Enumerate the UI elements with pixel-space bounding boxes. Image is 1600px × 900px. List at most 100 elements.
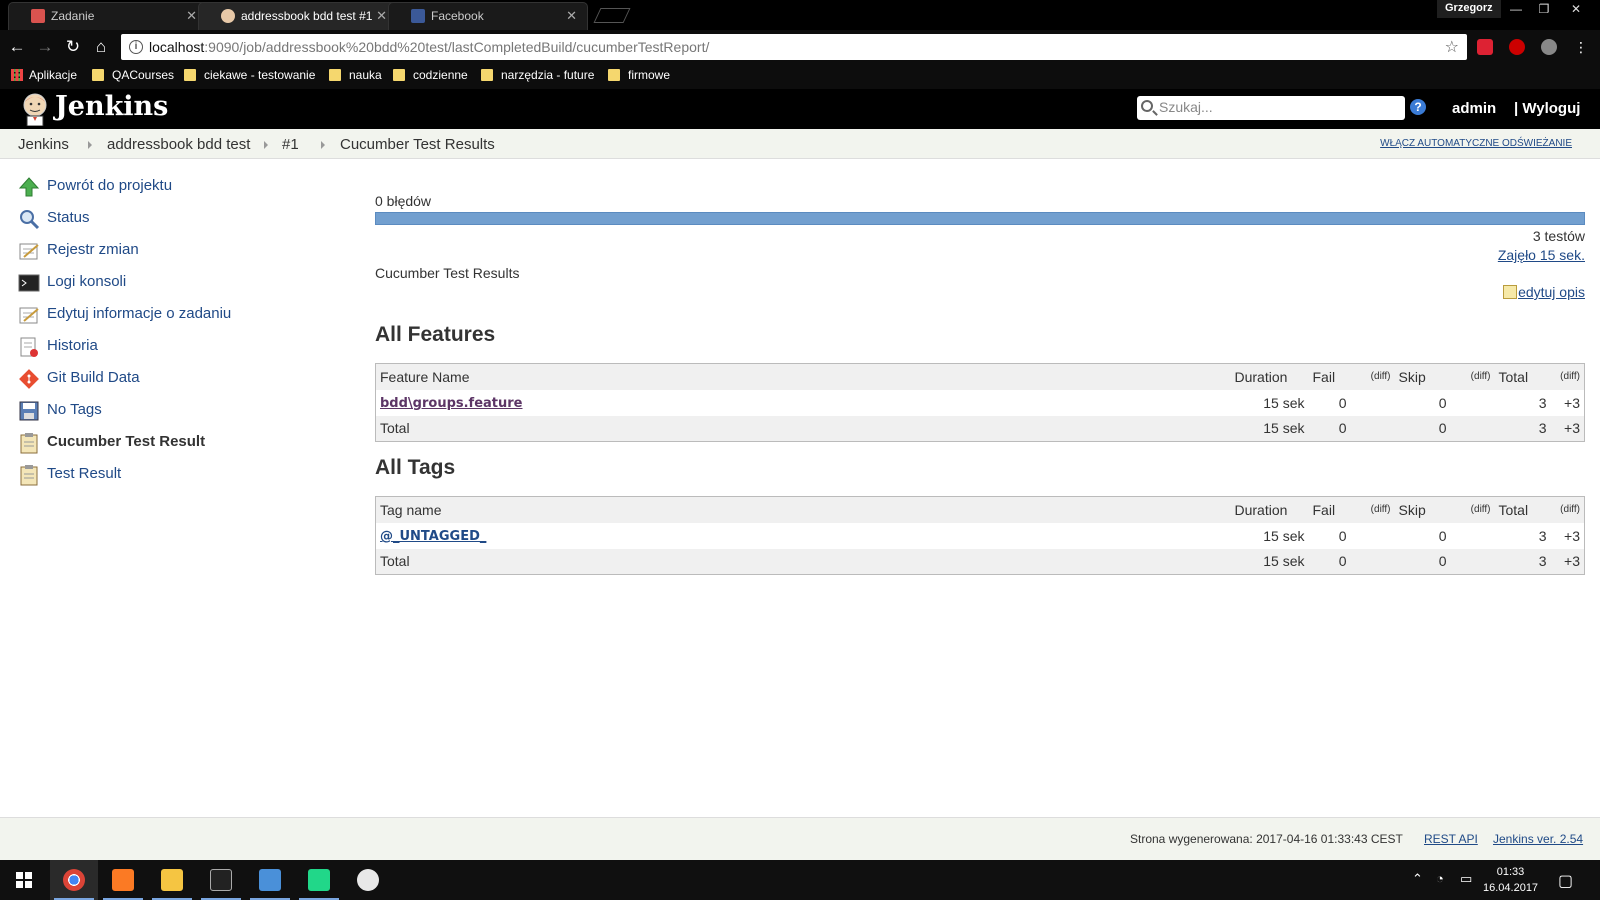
column-header[interactable]: (diff) — [1450, 363, 1495, 390]
column-header[interactable]: (diff) — [1350, 363, 1395, 390]
restore-icon[interactable]: ❐ — [1530, 0, 1558, 18]
logout-link[interactable]: | Wyloguj — [1514, 100, 1580, 117]
back-icon[interactable]: ← — [6, 36, 28, 58]
info-icon[interactable]: i — [129, 40, 143, 54]
jenkins-version-link[interactable]: Jenkins ver. 2.54 — [1493, 832, 1583, 846]
file-explorer-icon[interactable] — [148, 860, 196, 900]
command-prompt-icon[interactable] — [197, 860, 245, 900]
system-clock[interactable]: 01:33 16.04.2017 — [1483, 864, 1538, 896]
rest-api-link[interactable]: REST API — [1424, 832, 1478, 846]
column-header[interactable]: Duration — [1230, 496, 1309, 523]
bookmark-apps[interactable]: Aplikacje — [11, 68, 77, 82]
bookmark-folder[interactable]: firmowe — [608, 68, 670, 82]
task-back-to-project[interactable]: Powrót do projektu — [16, 173, 346, 205]
chrome-icon[interactable] — [50, 860, 98, 900]
jenkins-butler-icon[interactable] — [19, 92, 51, 126]
task-git-build-data[interactable]: Git Build Data — [16, 365, 346, 397]
bookmark-folder[interactable]: codzienne — [393, 68, 468, 82]
pycharm-icon[interactable] — [295, 860, 343, 900]
breadcrumb-jenkins[interactable]: Jenkins — [18, 136, 69, 153]
git-icon — [19, 369, 39, 389]
monitor-app-icon[interactable] — [246, 860, 294, 900]
column-header[interactable]: Skip — [1394, 363, 1451, 390]
task-test-result[interactable]: Test Result — [16, 461, 346, 493]
task-no-tags[interactable]: No Tags — [16, 397, 346, 429]
address-bar[interactable]: i localhost:9090/job/addressbook%20bdd%2… — [121, 34, 1467, 60]
bookmark-folder[interactable]: QACourses — [92, 68, 174, 82]
breadcrumb-current[interactable]: Cucumber Test Results — [340, 136, 495, 153]
task-status[interactable]: Status — [16, 205, 346, 237]
tag-link[interactable]: @_UNTAGGED_ — [380, 529, 486, 544]
paint-icon[interactable] — [344, 860, 392, 900]
minimize-icon[interactable]: — — [1502, 0, 1530, 18]
tab-jenkins[interactable]: addressbook bdd test #1 ✕ — [198, 2, 398, 30]
task-cucumber-test-result[interactable]: Cucumber Test Result — [16, 429, 346, 461]
chevron-up-icon[interactable]: ⌃ — [1412, 871, 1423, 887]
breadcrumb-job[interactable]: addressbook bdd test — [107, 136, 250, 153]
close-icon[interactable]: ✕ — [566, 8, 577, 24]
user-link[interactable]: admin — [1452, 100, 1496, 117]
column-header[interactable]: Fail — [1308, 496, 1351, 523]
duration-link[interactable]: Zajęło 15 sek. — [1498, 247, 1585, 263]
column-header[interactable]: Total — [1494, 363, 1551, 390]
windows-start-icon[interactable] — [0, 860, 48, 900]
search-input[interactable]: Szukaj... — [1137, 96, 1405, 120]
task-label[interactable]: Logi konsoli — [47, 273, 126, 290]
task-label[interactable]: Rejestr zmian — [47, 241, 139, 258]
task-label[interactable]: Status — [47, 209, 90, 226]
column-header[interactable]: Duration — [1230, 363, 1309, 390]
breadcrumb-build[interactable]: #1 — [282, 136, 299, 153]
tab-zadanie[interactable]: Zadanie ✕ — [8, 2, 208, 30]
column-header[interactable]: Skip — [1394, 496, 1451, 523]
task-edit-info[interactable]: Edytuj informacje o zadaniu — [16, 301, 346, 333]
adblock-icon[interactable] — [1509, 39, 1525, 55]
task-label[interactable]: Historia — [47, 337, 98, 354]
jenkins-logo[interactable]: Jenkins — [55, 91, 168, 122]
forward-icon[interactable]: → — [34, 36, 56, 58]
help-icon[interactable]: ? — [1410, 99, 1426, 115]
breadcrumb-arrow-icon[interactable] — [321, 141, 325, 149]
column-header[interactable]: (diff) — [1550, 496, 1585, 523]
bookmark-folder[interactable]: ciekawe - testowanie — [184, 68, 315, 82]
profile-button[interactable]: Grzegorz — [1437, 0, 1501, 18]
task-label[interactable]: Powrót do projektu — [47, 177, 172, 194]
folder-icon — [393, 69, 405, 81]
breadcrumb-arrow-icon[interactable] — [264, 141, 268, 149]
menu-icon[interactable]: ⋮ — [1570, 36, 1592, 58]
skype-icon[interactable] — [1541, 39, 1557, 55]
reload-icon[interactable]: ↻ — [62, 36, 84, 58]
edit-description-link[interactable]: edytuj opis — [1503, 284, 1585, 300]
battery-icon[interactable]: ▭ — [1460, 871, 1472, 887]
task-history[interactable]: Historia — [16, 333, 346, 365]
column-header[interactable]: Tag name — [375, 496, 1231, 523]
bookmark-folder[interactable]: narzędzia - future — [481, 68, 594, 82]
wifi-icon[interactable]: ◔ — [1436, 871, 1444, 886]
column-header[interactable]: Feature Name — [375, 363, 1231, 390]
task-label[interactable]: Test Result — [47, 465, 121, 482]
window-close-icon[interactable]: ✕ — [1562, 0, 1590, 18]
close-icon[interactable]: ✕ — [186, 8, 197, 24]
column-header[interactable]: Fail — [1308, 363, 1351, 390]
bookmark-folder[interactable]: nauka — [329, 68, 382, 82]
breadcrumb-arrow-icon[interactable] — [88, 141, 92, 149]
close-icon[interactable]: ✕ — [376, 8, 387, 24]
task-console[interactable]: Logi konsoli — [16, 269, 346, 301]
notifications-icon[interactable]: ▢ — [1558, 871, 1573, 891]
column-header[interactable]: Total — [1494, 496, 1551, 523]
column-header[interactable]: (diff) — [1550, 363, 1585, 390]
xampp-icon[interactable] — [99, 860, 147, 900]
task-label[interactable]: No Tags — [47, 401, 102, 418]
home-icon[interactable]: ⌂ — [90, 36, 112, 58]
new-tab-button[interactable] — [593, 8, 631, 23]
task-label[interactable]: Cucumber Test Result — [47, 433, 205, 450]
feature-link[interactable]: bdd\groups.feature — [380, 396, 523, 411]
task-label[interactable]: Git Build Data — [47, 369, 140, 386]
tab-facebook[interactable]: Facebook ✕ — [388, 2, 588, 30]
column-header[interactable]: (diff) — [1450, 496, 1495, 523]
column-header[interactable]: (diff) — [1350, 496, 1395, 523]
task-label[interactable]: Edytuj informacje o zadaniu — [47, 305, 231, 322]
auto-refresh-link[interactable]: WŁĄCZ AUTOMATYCZNE ODŚWIEŻANIE — [1380, 138, 1572, 149]
task-changes[interactable]: Rejestr zmian — [16, 237, 346, 269]
bookmark-star-icon[interactable]: ☆ — [1445, 37, 1459, 57]
gmail-icon[interactable] — [1477, 39, 1493, 55]
